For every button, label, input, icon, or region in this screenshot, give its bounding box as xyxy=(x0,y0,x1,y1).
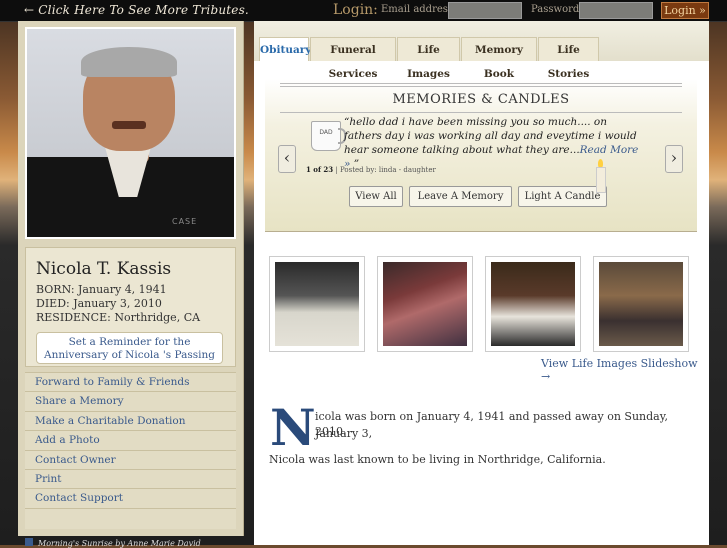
prev-memory-arrow-icon[interactable]: ‹ xyxy=(278,145,296,173)
shirt-logo: CASE xyxy=(172,217,198,226)
sidebar-menu: Forward to Family & Friends Share a Memo… xyxy=(25,372,236,529)
sidebar-item-print[interactable]: Print xyxy=(25,468,236,489)
password-input[interactable] xyxy=(579,2,653,19)
life-image-thumb-4[interactable] xyxy=(593,256,689,352)
candle-icon xyxy=(596,167,606,193)
theme-credit: Morning's Sunrise by Anne Marie David xyxy=(25,538,201,548)
tab-bar: Obituary Funeral Services Life Images Me… xyxy=(254,21,709,80)
portrait-photo: CASE xyxy=(25,27,236,239)
login-button[interactable]: Login » xyxy=(661,2,709,19)
sidebar-item-contact-support[interactable]: Contact Support xyxy=(25,488,236,508)
tab-life-stories[interactable]: Life Stories xyxy=(538,37,599,80)
memory-counter: 1 of 23 | Posted by: linda - daughter xyxy=(306,165,436,174)
light-candle-button[interactable]: Light A Candle xyxy=(518,186,607,207)
view-all-button[interactable]: View All xyxy=(349,186,403,207)
sidebar: CASE Nicola T. Kassis BORN: January 4, 1… xyxy=(18,21,244,536)
slideshow-link[interactable]: View Life Images Slideshow → xyxy=(541,357,709,383)
top-bar: ← Click Here To See More Tributes. Login… xyxy=(0,0,727,22)
born-date: BORN: January 4, 1941 xyxy=(36,283,167,296)
drop-cap: N xyxy=(270,398,316,457)
deceased-name: Nicola T. Kassis xyxy=(36,259,172,279)
life-image-thumb-1[interactable] xyxy=(269,256,365,352)
tab-memory-book[interactable]: Memory Book xyxy=(461,37,537,80)
sidebar-item-add-photo[interactable]: Add a Photo xyxy=(25,430,236,450)
email-input[interactable] xyxy=(448,2,522,19)
sidebar-item-forward[interactable]: Forward to Family & Friends xyxy=(25,372,236,392)
email-label: Email address: xyxy=(381,4,457,15)
obituary-line-2: Nicola was last known to be living in No… xyxy=(269,453,606,466)
residence: RESIDENCE: Northridge, CA xyxy=(36,311,201,324)
main-content: Obituary Funeral Services Life Images Me… xyxy=(254,21,709,545)
next-memory-arrow-icon[interactable]: › xyxy=(665,145,683,173)
mug-icon: DAD xyxy=(311,121,341,151)
obituary-line-1: icola was born on January 4, 1941 and pa… xyxy=(315,410,668,440)
life-image-thumb-2[interactable] xyxy=(377,256,473,352)
tab-life-images[interactable]: Life Images xyxy=(397,37,460,80)
died-date: DIED: January 3, 2010 xyxy=(36,297,162,310)
sidebar-item-contact-owner[interactable]: Contact Owner xyxy=(25,449,236,469)
more-tributes-link[interactable]: ← Click Here To See More Tributes. xyxy=(24,3,249,17)
life-image-thumb-3[interactable] xyxy=(485,256,581,352)
password-label: Password: xyxy=(531,4,583,15)
memories-panel: MEMORIES & CANDLES DAD “hello dad i have… xyxy=(265,79,697,232)
tab-funeral-services[interactable]: Funeral Services xyxy=(310,37,396,80)
tab-obituary[interactable]: Obituary xyxy=(259,37,311,61)
leave-memory-button[interactable]: Leave A Memory xyxy=(409,186,512,207)
memories-title: MEMORIES & CANDLES xyxy=(392,92,570,107)
sidebar-item-share-memory[interactable]: Share a Memory xyxy=(25,391,236,411)
anniversary-reminder-button[interactable]: Set a Reminder for the Anniversary of Ni… xyxy=(36,332,223,364)
login-label: Login: xyxy=(333,2,378,18)
obituary-line-1b: 2010. xyxy=(315,425,347,438)
sidebar-item-donation[interactable]: Make a Charitable Donation xyxy=(25,410,236,431)
